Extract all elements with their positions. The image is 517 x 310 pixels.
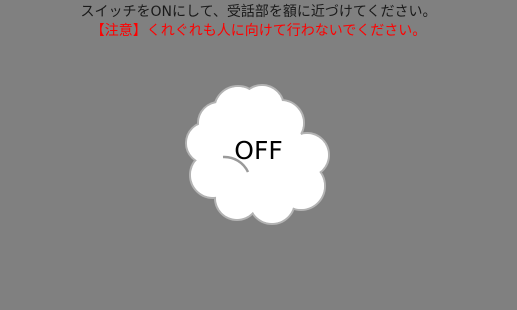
app-screen: スイッチをONにして、受話部を額に近づけてください。 【注意】くれぐれも人に向け… xyxy=(0,0,517,310)
instruction-text: スイッチをONにして、受話部を額に近づけてください。 xyxy=(80,4,437,20)
switch-button[interactable]: OFF xyxy=(185,83,332,225)
switch-state-label: OFF xyxy=(234,136,283,165)
warning-text: 【注意】くれぐれも人に向けて行わないでください。 xyxy=(90,23,427,39)
